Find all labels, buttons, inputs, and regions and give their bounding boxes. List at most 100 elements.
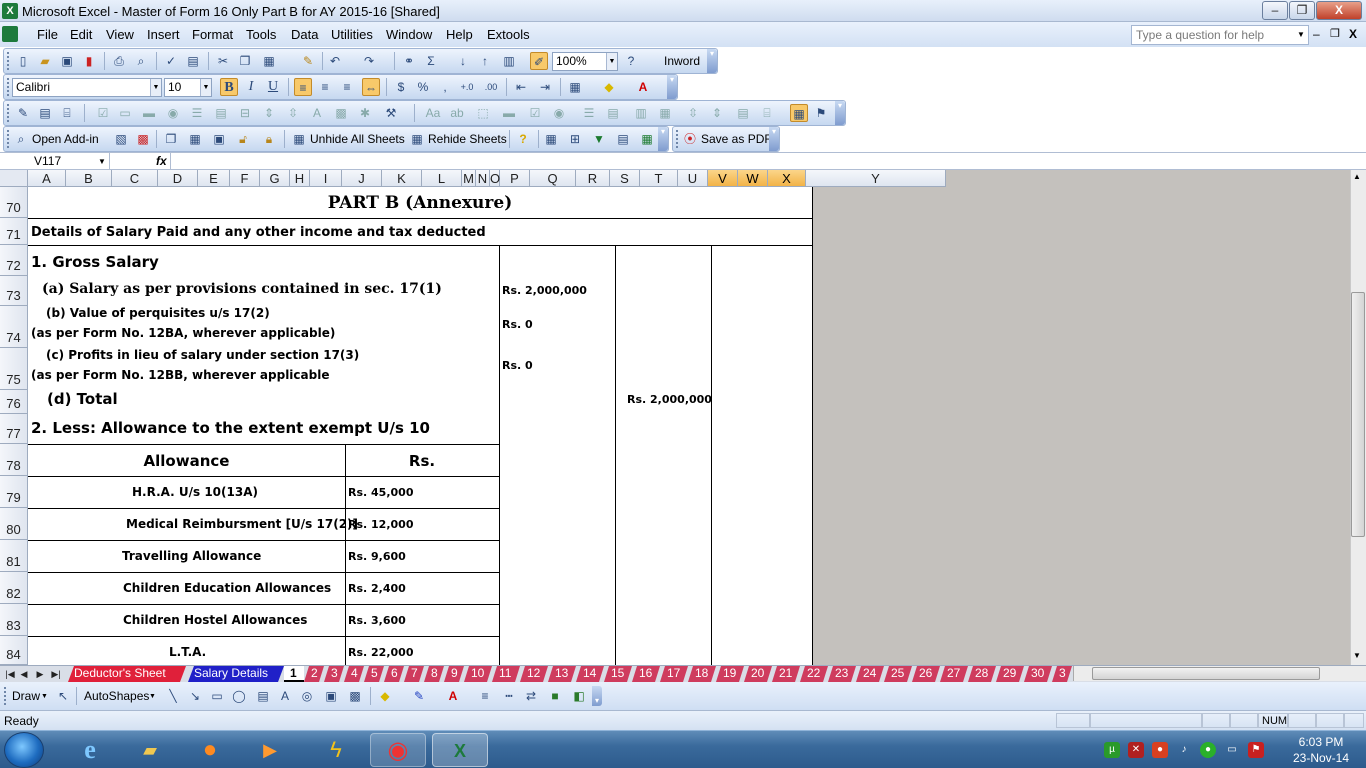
row-header[interactable]: 73: [0, 276, 28, 306]
forms-scrollbar-icon[interactable]: ⇳: [684, 104, 702, 122]
row-header[interactable]: 80: [0, 508, 28, 540]
shadow-style-icon[interactable]: ■: [546, 687, 564, 705]
doc-close-button[interactable]: X: [1349, 27, 1357, 41]
comma-style-icon[interactable]: ,: [436, 78, 454, 96]
sheet-tab-number[interactable]: 13: [548, 666, 576, 682]
start-button-icon[interactable]: [4, 732, 44, 768]
column-header[interactable]: G: [260, 170, 290, 187]
3d-style-icon[interactable]: ◧: [570, 687, 588, 705]
help-bulb-icon[interactable]: ?: [514, 130, 532, 148]
autoshapes-button[interactable]: AutoShapes: [84, 689, 149, 703]
export-icon[interactable]: ▼: [590, 130, 608, 148]
column-header[interactable]: F: [230, 170, 260, 187]
column-header[interactable]: A: [28, 170, 66, 187]
row-header[interactable]: 77: [0, 414, 28, 444]
column-header[interactable]: U: [678, 170, 708, 187]
sheet-tab-number[interactable]: 12: [520, 666, 548, 682]
fill-color-icon[interactable]: ◆: [376, 687, 394, 705]
column-header[interactable]: V: [708, 170, 738, 187]
print-preview-icon[interactable]: ⌕: [132, 52, 150, 70]
label-icon[interactable]: A: [308, 104, 326, 122]
column-header[interactable]: Q: [530, 170, 576, 187]
menu-file[interactable]: File: [37, 27, 58, 42]
winamp-icon[interactable]: ϟ: [308, 733, 364, 767]
row-header[interactable]: 74: [0, 306, 28, 348]
sheet-tab-active[interactable]: 1: [284, 666, 304, 682]
sheet-tab-number[interactable]: 10: [464, 666, 492, 682]
chrome-tray-icon[interactable]: ●: [1152, 742, 1168, 758]
menu-data[interactable]: Data: [291, 27, 318, 42]
row-header[interactable]: 76: [0, 390, 28, 414]
column-header[interactable]: K: [382, 170, 422, 187]
calculator-icon[interactable]: ▤: [614, 130, 632, 148]
media-player-icon[interactable]: ▶: [242, 733, 298, 767]
row-header[interactable]: 81: [0, 540, 28, 572]
open-addin-icon[interactable]: ⌕: [12, 130, 30, 148]
sheet-tab-number[interactable]: 3: [1052, 666, 1072, 682]
internet-explorer-icon[interactable]: e: [62, 733, 118, 767]
font-select[interactable]: Calibri ▼: [12, 78, 162, 97]
sheet-tab-number[interactable]: 9: [444, 666, 464, 682]
research-icon[interactable]: ▤: [184, 52, 202, 70]
column-header[interactable]: T: [640, 170, 678, 187]
bold-button[interactable]: B: [220, 78, 238, 96]
chart-wizard-icon[interactable]: ▥: [500, 52, 518, 70]
edit-sheet-icon[interactable]: ▣: [210, 130, 228, 148]
checkbox-icon[interactable]: ☑: [94, 104, 112, 122]
row-header[interactable]: 79: [0, 476, 28, 508]
sheet-tab-number[interactable]: 25: [884, 666, 912, 682]
sheet-tab-number[interactable]: 11: [492, 666, 520, 682]
menu-tools[interactable]: Tools: [246, 27, 276, 42]
chrome-icon[interactable]: ◉: [370, 733, 426, 767]
forms-list-icon[interactable]: ☰: [580, 104, 598, 122]
help-icon[interactable]: ?: [622, 52, 640, 70]
toolbar-grip[interactable]: [4, 687, 7, 705]
design-mode-icon[interactable]: ✎: [14, 104, 32, 122]
forms-combo-list-icon[interactable]: ▥: [632, 104, 650, 122]
sheet-tab-number[interactable]: 29: [996, 666, 1024, 682]
run-dialog-icon[interactable]: ⚑: [812, 104, 830, 122]
column-header[interactable]: R: [576, 170, 610, 187]
toolbar-grip[interactable]: [7, 130, 10, 148]
column-header[interactable]: L: [422, 170, 462, 187]
doc-restore-button[interactable]: ❐: [1330, 27, 1340, 40]
tray-app-icon[interactable]: ✕: [1128, 742, 1144, 758]
textbox-icon[interactable]: ▭: [116, 104, 134, 122]
cut-icon[interactable]: ✂: [214, 52, 232, 70]
align-left-icon[interactable]: ≡: [294, 78, 312, 96]
sheet-tab-number[interactable]: 26: [912, 666, 940, 682]
name-box-dropdown-icon[interactable]: ▼: [98, 157, 106, 166]
arrow-icon[interactable]: ↘: [186, 687, 204, 705]
column-header[interactable]: W: [738, 170, 768, 187]
column-header[interactable]: H: [290, 170, 310, 187]
unhide-icon[interactable]: ▦: [290, 130, 308, 148]
formula-input[interactable]: [170, 153, 1366, 170]
sheet-tab-number[interactable]: 24: [856, 666, 884, 682]
font-color-icon[interactable]: A: [634, 78, 652, 96]
excel-taskbar-icon[interactable]: X: [432, 733, 488, 767]
menu-utilities[interactable]: Utilities: [331, 27, 373, 42]
duplicate-icon[interactable]: ❐: [162, 130, 180, 148]
minimize-button[interactable]: –: [1262, 1, 1288, 20]
sheet-tab-number[interactable]: 20: [744, 666, 772, 682]
toolbar-options-icon[interactable]: ▾: [592, 686, 602, 706]
forms-checkbox-icon[interactable]: ☑: [526, 104, 544, 122]
merge-center-icon[interactable]: ⇔: [362, 78, 380, 96]
pdf-tray-icon[interactable]: ⚑: [1248, 742, 1264, 758]
clock[interactable]: 6:03 PM 23-Nov-14: [1276, 734, 1366, 766]
increase-decimal-icon[interactable]: +.0: [458, 78, 476, 96]
menu-view[interactable]: View: [106, 27, 134, 42]
decrease-indent-icon[interactable]: ⇤: [512, 78, 530, 96]
spin-button-icon[interactable]: ⇕: [260, 104, 278, 122]
scroll-down-icon[interactable]: ▼: [1353, 651, 1361, 660]
toolbar-options-icon[interactable]: ▾: [769, 127, 779, 151]
format-painter-icon[interactable]: ✎: [299, 52, 317, 70]
row-header[interactable]: 71: [0, 218, 28, 245]
font-size-select[interactable]: 10 ▼: [164, 78, 212, 97]
sheet-tab-deductor[interactable]: Deductor's Sheet: [68, 666, 186, 682]
picture-icon[interactable]: ▩: [346, 687, 364, 705]
sheet-tab-number[interactable]: 8: [424, 666, 444, 682]
paste-icon[interactable]: ▦: [260, 52, 278, 70]
column-header[interactable]: N: [476, 170, 490, 187]
spelling-icon[interactable]: ✓: [162, 52, 180, 70]
